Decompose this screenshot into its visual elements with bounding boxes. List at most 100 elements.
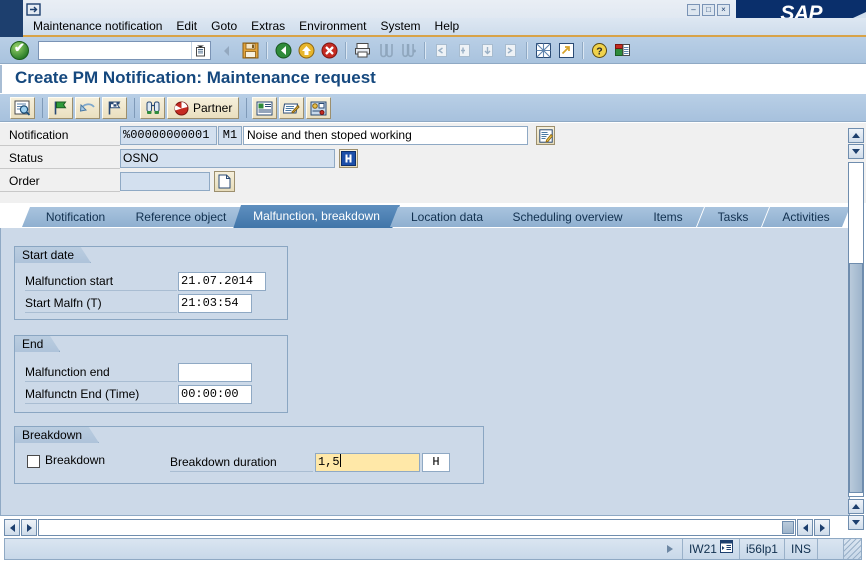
scroll-left-end-icon[interactable] xyxy=(797,519,813,536)
tab-notification[interactable]: Notification xyxy=(22,207,129,227)
menu-item-goto[interactable]: Goto xyxy=(204,19,244,34)
vertical-scrollbar[interactable] xyxy=(848,128,864,530)
order-label: Order xyxy=(0,171,120,192)
breakdown-duration-field[interactable]: 1,5 xyxy=(315,453,420,472)
tab-items[interactable]: Items xyxy=(632,207,704,227)
first-page-icon[interactable] xyxy=(430,40,452,61)
malfunction-start-time-label: Start Malfn (T) xyxy=(25,294,177,313)
status-empty-cell[interactable] xyxy=(817,539,843,559)
end-group-title: End xyxy=(14,335,60,352)
horizontal-scroll-thumb[interactable] xyxy=(782,521,794,534)
create-shortcut-icon[interactable] xyxy=(555,40,577,61)
notification-long-text-button[interactable] xyxy=(252,97,278,119)
menu-item-edit[interactable]: Edit xyxy=(169,19,204,34)
find-next-icon[interactable] xyxy=(397,40,419,61)
start-date-group: Start date Malfunction start 21.07.2014 … xyxy=(14,246,288,320)
order-field[interactable] xyxy=(120,172,210,191)
help-icon[interactable]: ? xyxy=(588,40,610,61)
minimize-button[interactable]: – xyxy=(687,4,700,16)
horizontal-scrollbar[interactable] xyxy=(4,519,830,536)
scroll-up-bottom-icon[interactable] xyxy=(848,499,864,514)
menu-item-system[interactable]: System xyxy=(374,19,428,34)
status-info-icon[interactable] xyxy=(339,149,358,168)
object-information-button[interactable] xyxy=(140,97,165,119)
maximize-button[interactable]: □ xyxy=(702,4,715,16)
complete-button[interactable] xyxy=(102,97,127,119)
back-arrow-icon[interactable] xyxy=(216,40,238,61)
application-toolbar: Partner xyxy=(0,94,866,122)
scroll-up-icon[interactable] xyxy=(848,128,864,143)
malfunction-end-field[interactable] xyxy=(178,363,252,382)
menu-item-help[interactable]: Help xyxy=(428,19,467,34)
vertical-scroll-thumb[interactable] xyxy=(849,263,863,493)
breakdown-checkbox[interactable] xyxy=(27,455,40,468)
notification-description-field[interactable]: Noise and then stoped working xyxy=(243,126,528,145)
previous-page-icon[interactable] xyxy=(453,40,475,61)
status-insert-mode-cell[interactable]: INS xyxy=(783,539,817,559)
sap-window-icon[interactable] xyxy=(26,3,42,18)
command-history-icon[interactable] xyxy=(191,42,209,59)
menu-bar-left-block xyxy=(0,18,23,35)
green-check-enter-icon[interactable] xyxy=(10,40,29,60)
resize-grip[interactable] xyxy=(843,539,861,559)
create-session-icon[interactable] xyxy=(532,40,554,61)
malfunction-end-label: Malfunction end xyxy=(25,363,177,382)
status-transaction-code: IW21 xyxy=(688,542,717,556)
status-system-cell[interactable]: i56lp1 xyxy=(738,539,784,559)
find-icon[interactable] xyxy=(374,40,396,61)
put-in-process-button[interactable] xyxy=(48,97,73,119)
scroll-right-end-icon[interactable] xyxy=(814,519,830,536)
cancel-red-icon[interactable] xyxy=(318,40,340,61)
malfunction-start-label: Malfunction start xyxy=(25,272,177,291)
notification-type-field[interactable]: M1 xyxy=(218,126,242,145)
create-order-icon[interactable] xyxy=(214,171,235,192)
malfunction-start-field[interactable]: 21.07.2014 xyxy=(178,272,266,291)
scroll-left-icon[interactable] xyxy=(4,519,20,536)
save-icon[interactable] xyxy=(239,40,261,61)
breakdown-group-title: Breakdown xyxy=(14,426,99,443)
print-icon[interactable] xyxy=(351,40,373,61)
menu-item-extras[interactable]: Extras xyxy=(244,19,292,34)
notification-list-button[interactable] xyxy=(279,97,305,119)
breakdown-duration-value: 1,5 xyxy=(318,455,340,469)
last-page-icon[interactable] xyxy=(499,40,521,61)
toolbar-separator-1 xyxy=(266,42,268,59)
malfunction-start-time-field[interactable]: 21:03:54 xyxy=(178,294,252,313)
notification-header-area: Notification %00000000001 M1 Noise and t… xyxy=(0,123,866,203)
status-field[interactable]: OSNO xyxy=(120,149,335,168)
notification-number-field[interactable]: %00000000001 xyxy=(120,126,217,145)
customize-layout-icon[interactable] xyxy=(611,40,633,61)
expand-message-icon[interactable] xyxy=(658,539,682,559)
partner-button[interactable]: Partner xyxy=(167,97,240,119)
breakdown-checkbox-label: Breakdown xyxy=(45,453,106,467)
horizontal-scroll-track[interactable] xyxy=(38,519,796,536)
back-green-icon[interactable] xyxy=(272,40,294,61)
menu-item-maintenance-notification[interactable]: Maintenance notification xyxy=(26,19,169,34)
command-input[interactable] xyxy=(39,42,191,59)
exit-yellow-icon[interactable] xyxy=(295,40,317,61)
tab-reference-object[interactable]: Reference object xyxy=(117,207,245,227)
scroll-right-icon[interactable] xyxy=(21,519,37,536)
command-field[interactable] xyxy=(38,41,211,60)
toolbar-separator-5 xyxy=(582,42,584,59)
session-info-icon[interactable] xyxy=(719,539,733,559)
vertical-scroll-track[interactable] xyxy=(848,162,864,497)
tab-activities[interactable]: Activities xyxy=(762,207,850,227)
display-overview-button[interactable] xyxy=(10,97,35,119)
postpone-button[interactable] xyxy=(75,97,100,119)
tab-tasks[interactable]: Tasks xyxy=(697,207,769,227)
next-page-icon[interactable] xyxy=(476,40,498,61)
tab-scheduling-overview[interactable]: Scheduling overview xyxy=(494,207,641,227)
close-button[interactable]: × xyxy=(717,4,730,16)
malfunction-end-time-field[interactable]: 00:00:00 xyxy=(178,385,252,404)
status-message xyxy=(5,539,658,559)
scroll-down-bottom-icon[interactable] xyxy=(848,515,864,530)
status-transaction-cell[interactable]: IW21 xyxy=(681,539,739,559)
document-flow-button[interactable] xyxy=(306,97,332,119)
scroll-down-icon[interactable] xyxy=(848,144,864,159)
long-text-edit-icon[interactable] xyxy=(536,126,555,145)
menu-item-environment[interactable]: Environment xyxy=(292,19,373,34)
breakdown-duration-unit-field[interactable]: H xyxy=(422,453,450,472)
tab-malfunction-breakdown[interactable]: Malfunction, breakdown xyxy=(233,205,400,229)
tab-location-data[interactable]: Location data xyxy=(390,207,504,227)
